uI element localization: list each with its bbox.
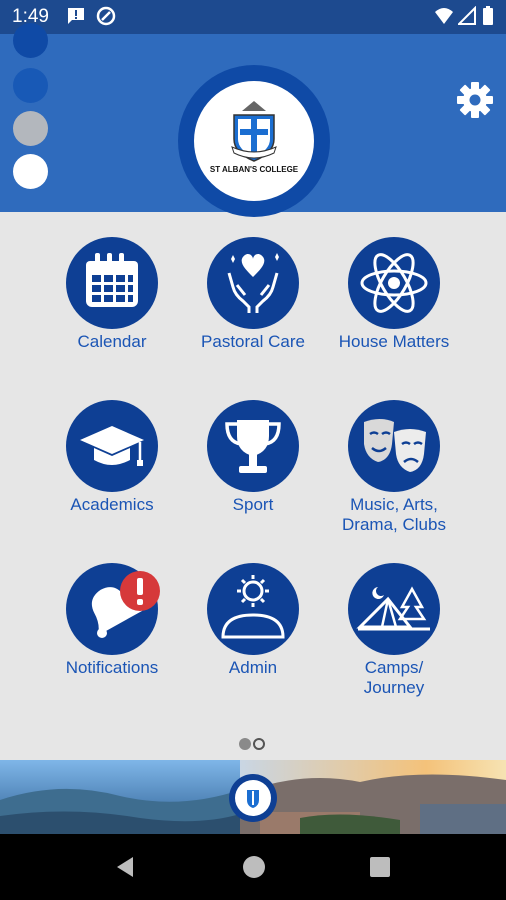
menu-house-matters[interactable]: House Matters bbox=[324, 237, 464, 352]
calendar-icon bbox=[66, 237, 158, 329]
page-indicator-dot-active[interactable] bbox=[253, 738, 265, 750]
theme-dot[interactable] bbox=[13, 23, 48, 58]
alert-badge-icon bbox=[120, 571, 160, 611]
status-bar: 1:49 bbox=[0, 0, 506, 34]
menu-academics[interactable]: Academics bbox=[42, 400, 182, 515]
menu-label: Camps/ Journey bbox=[324, 658, 464, 698]
menu-label: Notifications bbox=[65, 658, 159, 677]
crest-mini-icon bbox=[235, 780, 271, 816]
menu-label: Sport bbox=[232, 495, 274, 514]
tent-camping-icon bbox=[348, 563, 440, 655]
back-icon[interactable] bbox=[113, 855, 137, 884]
wifi-icon bbox=[434, 6, 454, 31]
menu-label: Pastoral Care bbox=[201, 332, 305, 351]
menu-admin[interactable]: Admin bbox=[183, 563, 323, 678]
menu-label: Music, Arts, Drama, Clubs bbox=[324, 495, 464, 535]
user-gear-icon bbox=[207, 563, 299, 655]
message-alert-icon bbox=[66, 6, 86, 31]
hands-heart-icon bbox=[207, 237, 299, 329]
menu-label-line: Journey bbox=[363, 678, 425, 697]
system-nav-bar bbox=[0, 834, 506, 900]
menu-label: House Matters bbox=[338, 332, 450, 351]
menu-label: Admin bbox=[228, 658, 278, 677]
menu-label: Calendar bbox=[77, 332, 147, 351]
page-indicator-dot[interactable] bbox=[239, 738, 251, 750]
crest-icon bbox=[231, 101, 277, 162]
graduation-cap-icon bbox=[66, 400, 158, 492]
logo-badge: ST ALBAN'S COLLEGE bbox=[194, 81, 314, 201]
cell-signal-icon bbox=[456, 5, 476, 31]
menu-music-arts[interactable]: Music, Arts, Drama, Clubs bbox=[324, 400, 464, 535]
menu-label-line: Camps/ bbox=[364, 658, 424, 677]
atom-icon bbox=[348, 237, 440, 329]
theme-dot[interactable] bbox=[13, 68, 48, 103]
data-saver-icon bbox=[96, 6, 116, 31]
theater-masks-icon bbox=[348, 400, 440, 492]
logo-text: ST ALBAN'S COLLEGE bbox=[209, 165, 299, 174]
menu-label-line: Drama, Clubs bbox=[342, 515, 446, 534]
photo-banner bbox=[0, 760, 506, 834]
banner-logo bbox=[229, 774, 277, 822]
menu-notifications[interactable]: Notifications bbox=[42, 563, 182, 678]
app-header: ST ALBAN'S COLLEGE bbox=[0, 23, 506, 217]
recents-icon[interactable] bbox=[370, 857, 390, 877]
school-logo: ST ALBAN'S COLLEGE bbox=[178, 65, 330, 217]
menu-label-line: Music, Arts, bbox=[350, 495, 438, 514]
menu-calendar[interactable]: Calendar bbox=[42, 237, 182, 352]
theme-dot[interactable] bbox=[13, 154, 48, 189]
menu-sport[interactable]: Sport bbox=[183, 400, 323, 515]
battery-icon bbox=[482, 6, 494, 31]
theme-dot[interactable] bbox=[13, 111, 48, 146]
menu-label: Academics bbox=[70, 495, 154, 514]
home-icon[interactable] bbox=[243, 856, 265, 878]
menu-pastoral-care[interactable]: Pastoral Care bbox=[183, 237, 323, 352]
settings-gear-icon[interactable] bbox=[456, 81, 494, 119]
bell-alert-icon bbox=[66, 563, 160, 655]
trophy-icon bbox=[207, 400, 299, 492]
menu-camps-journey[interactable]: Camps/ Journey bbox=[324, 563, 464, 698]
